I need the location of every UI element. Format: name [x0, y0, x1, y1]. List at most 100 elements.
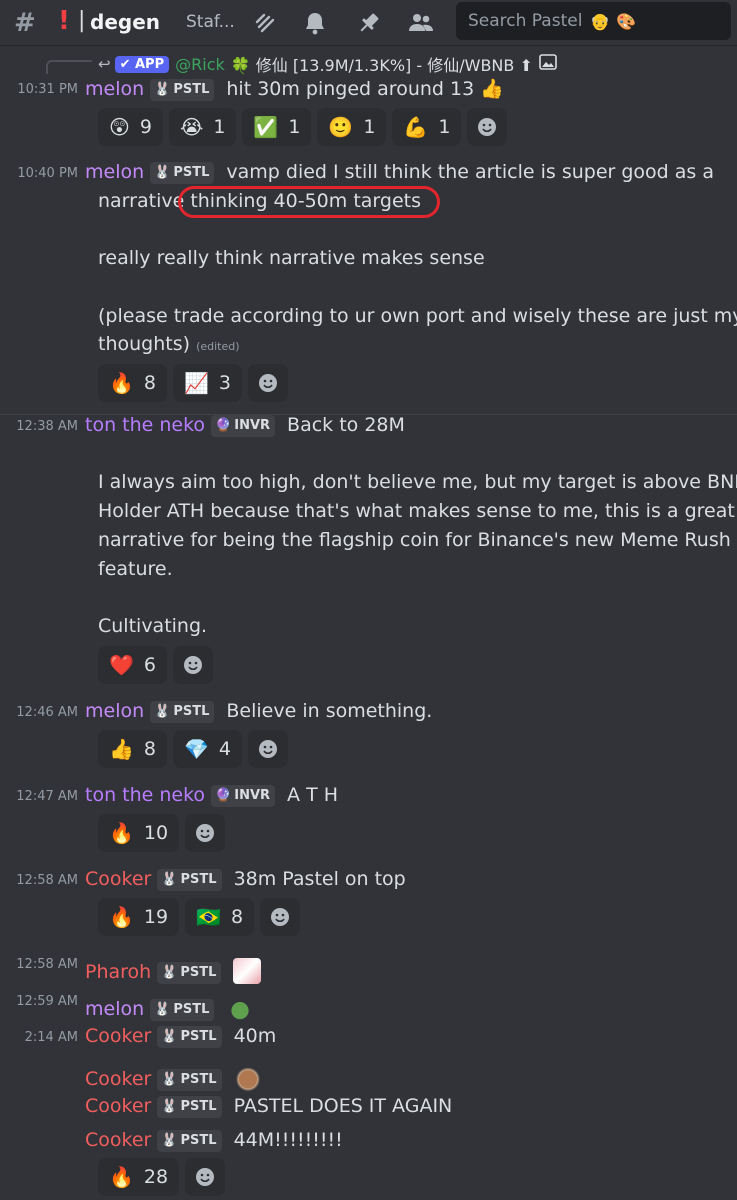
add-reaction-icon[interactable]: [248, 364, 288, 402]
message-header: melon 🐰 PSTL: [85, 989, 255, 1023]
bunny-icon: 🐰: [161, 1099, 178, 1114]
timestamp: 12:46 AM: [16, 705, 78, 720]
message-text: Back to 28M: [287, 414, 405, 436]
message-text: narrative for being the flagship coin fo…: [98, 529, 731, 551]
search-placeholder: Search Pastel: [468, 11, 583, 31]
author-name[interactable]: melon: [85, 998, 144, 1020]
author-name[interactable]: melon: [85, 78, 144, 100]
add-reaction-icon[interactable]: [248, 730, 288, 768]
reaction[interactable]: 🇧🇷 8: [185, 898, 255, 936]
reaction[interactable]: 🔥 28: [98, 1158, 180, 1196]
bunny-icon: 🐰: [154, 704, 171, 719]
bell-icon[interactable]: [300, 8, 330, 38]
reply-text: 🍀 修仙 [13.9M/1.3K%] - 修仙/WBNB ⬆: [230, 56, 533, 75]
reaction[interactable]: 😭 1: [168, 108, 237, 146]
reaction[interactable]: ❤️ 6: [98, 646, 167, 684]
timestamp: 10:31 PM: [17, 82, 78, 97]
title-separator: |: [78, 8, 86, 33]
reaction[interactable]: ✅ 1: [242, 108, 312, 146]
message-text: 40m: [233, 1025, 277, 1047]
bunny-icon: 🐰: [154, 165, 171, 180]
message-header: Cooker 🐰 PSTL 44M!!!!!!!!!: [85, 1129, 343, 1154]
message-text: vamp died I still think the article is s…: [226, 161, 714, 183]
role-tag: 🐰 PSTL: [150, 998, 215, 1021]
bunny-icon: 🐰: [161, 1133, 178, 1148]
reaction[interactable]: 🔥 19: [98, 898, 180, 936]
highlight-annotation: [178, 186, 440, 218]
author-name[interactable]: Cooker: [85, 1068, 151, 1090]
reply-arrow-icon: ↩: [98, 55, 111, 73]
reaction[interactable]: 👍 8: [98, 730, 167, 768]
reaction[interactable]: 😲 9: [98, 108, 163, 146]
message-header: melon 🐰 PSTL Believe in something.: [85, 700, 432, 725]
message-text: Cultivating.: [98, 615, 208, 637]
app-badge: ✔ APP: [114, 55, 170, 73]
add-reaction-icon[interactable]: [185, 814, 226, 852]
author-name[interactable]: Cooker: [85, 1129, 151, 1151]
search-emoji-2: 🎨: [616, 11, 637, 31]
author-name[interactable]: Cooker: [85, 1095, 151, 1117]
search-emoji-1: 👴: [590, 11, 611, 31]
reaction-bar: 🔥 19 🇧🇷 8: [98, 898, 301, 936]
pin-icon[interactable]: [354, 8, 384, 38]
author-name[interactable]: ton the neko: [85, 414, 205, 436]
reaction-bar: 🔥 8 📈 3: [98, 364, 288, 402]
add-reaction-icon[interactable]: [467, 108, 508, 146]
message-text: PASTEL DOES IT AGAIN: [233, 1095, 453, 1117]
message-header: ton the neko 🔮 INVR A T H: [85, 784, 338, 809]
reply-preview[interactable]: ↩ ✔ APP @Rick 🍀 修仙 [13.9M/1.3K%] - 修仙/WB…: [98, 52, 557, 76]
role-tag: 🐰 PSTL: [157, 961, 222, 984]
reply-user[interactable]: @Rick: [175, 55, 225, 74]
role-tag: 🐰 PSTL: [157, 1129, 222, 1152]
channel-title: degen: [90, 10, 160, 34]
hash-icon: #: [14, 8, 36, 38]
channel-header: # ! | degen Staf... Search Pastel 👴 🎨: [0, 0, 737, 46]
message-text: really really think narrative makes sens…: [98, 247, 485, 269]
add-reaction-icon[interactable]: [185, 1158, 226, 1196]
author-name[interactable]: melon: [85, 161, 144, 183]
members-icon[interactable]: [406, 8, 436, 38]
reaction-bar: 🔥 10: [98, 814, 226, 852]
message-text: A T H: [287, 784, 339, 806]
timestamp: 12:47 AM: [16, 789, 78, 804]
timestamp: 10:40 PM: [17, 166, 78, 181]
role-tag: 🐰 PSTL: [157, 1068, 222, 1091]
message-header: ton the neko 🔮 INVR Back to 28M: [85, 414, 405, 439]
search-input[interactable]: Search Pastel 👴 🎨: [456, 2, 731, 40]
author-name[interactable]: Pharoh: [85, 961, 151, 983]
flame-icon: 🔮: [215, 788, 232, 803]
reaction[interactable]: 🔥 10: [98, 814, 180, 852]
reaction-bar: 🔥 28: [98, 1158, 226, 1196]
flame-icon: 🔮: [215, 418, 232, 433]
reaction[interactable]: 💪 1: [392, 108, 462, 146]
add-reaction-icon[interactable]: [173, 646, 213, 684]
hamster-emoji-sticker: [233, 1065, 262, 1091]
message-text: hit 30m pinged around 13 👍: [226, 78, 504, 100]
image-icon: [539, 54, 557, 74]
author-name[interactable]: Cooker: [85, 1025, 151, 1047]
reaction[interactable]: 🔥 8: [98, 364, 167, 402]
author-name[interactable]: ton the neko: [85, 784, 205, 806]
threads-icon[interactable]: [250, 8, 280, 38]
bunny-icon: 🐰: [161, 1072, 178, 1087]
message-header: Cooker 🐰 PSTL: [85, 1059, 262, 1093]
role-tag: 🔮 INVR: [211, 784, 276, 807]
message-header: melon 🐰 PSTL hit 30m pinged around 13 👍: [85, 77, 504, 103]
channel-topic[interactable]: Staf...: [186, 12, 235, 32]
message-text: 44M!!!!!!!!!: [233, 1129, 343, 1151]
custom-emoji-sticker: [233, 958, 262, 984]
alert-icon: !: [58, 6, 70, 36]
reaction[interactable]: 📈 3: [173, 364, 242, 402]
role-tag: 🐰 PSTL: [157, 868, 222, 891]
reaction[interactable]: 💎 4: [173, 730, 242, 768]
message-header: Pharoh 🐰 PSTL: [85, 952, 262, 986]
bunny-icon: 🐰: [161, 1029, 178, 1044]
reaction[interactable]: 🙂 1: [317, 108, 387, 146]
reaction-bar: ❤️ 6: [98, 646, 213, 684]
author-name[interactable]: Cooker: [85, 868, 151, 890]
timestamp: 12:58 AM: [16, 873, 78, 888]
add-reaction-icon[interactable]: [260, 898, 301, 936]
author-name[interactable]: melon: [85, 700, 144, 722]
reply-connector: [46, 60, 92, 74]
message-header: Cooker 🐰 PSTL PASTEL DOES IT AGAIN: [85, 1095, 452, 1120]
